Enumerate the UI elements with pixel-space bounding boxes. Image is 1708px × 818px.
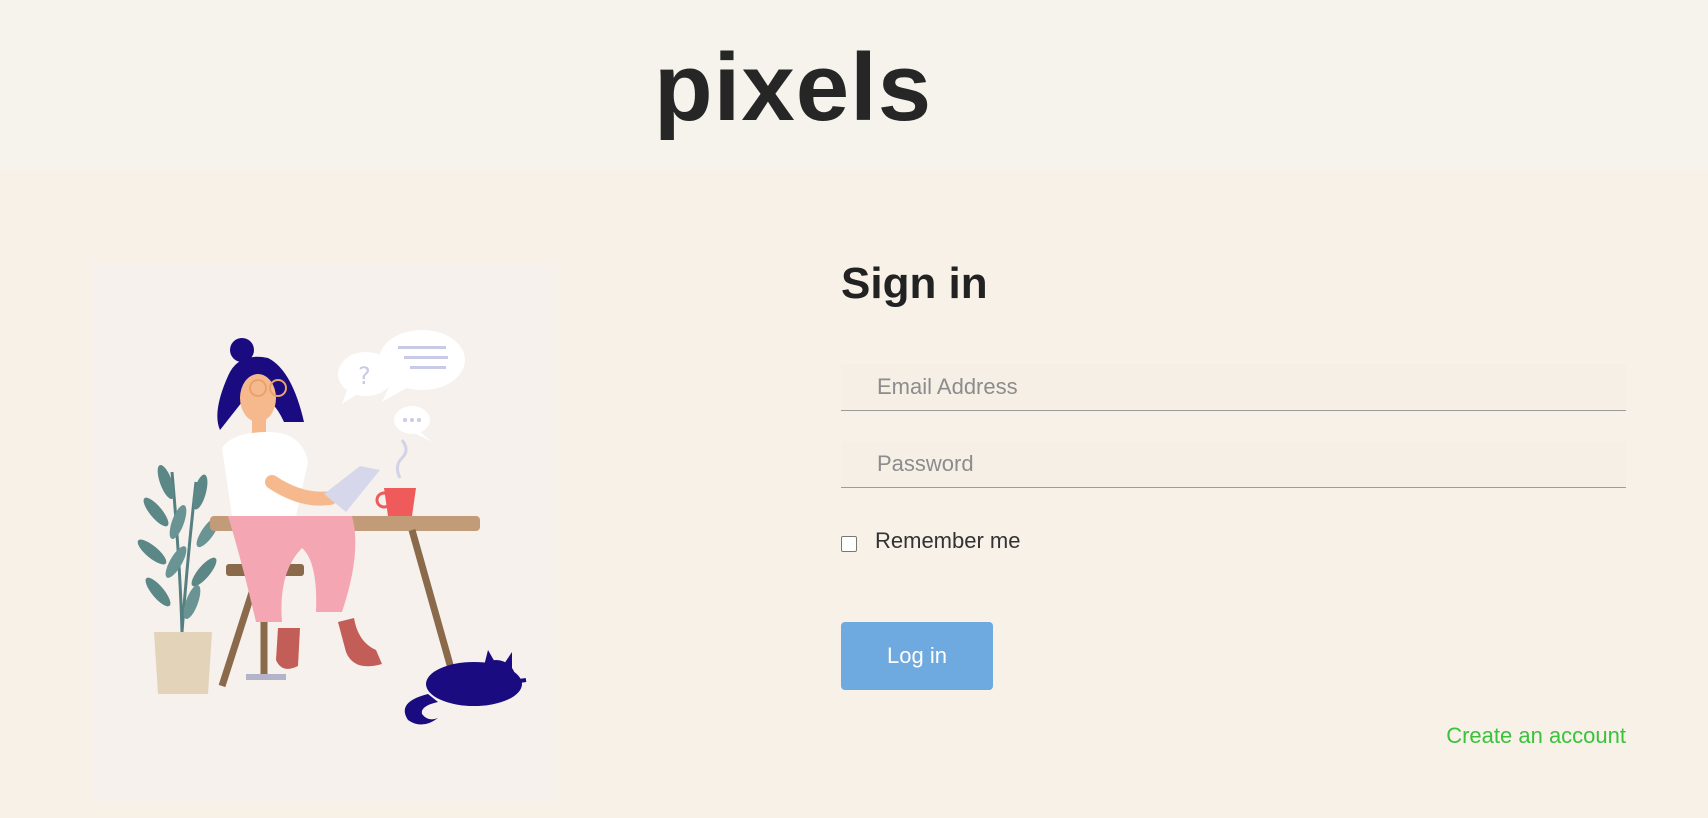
remember-me-label[interactable]: Remember me — [875, 528, 1020, 554]
email-field-container — [841, 364, 1626, 411]
speech-bubble-icon: ? — [338, 330, 465, 442]
coffee-cup-icon — [375, 439, 416, 516]
woman-working-at-desk-illustration: ? — [92, 262, 558, 802]
password-field-container — [841, 441, 1626, 488]
email-field[interactable] — [841, 364, 1626, 410]
remember-me-row: Remember me — [841, 528, 1020, 554]
login-button[interactable]: Log in — [841, 622, 993, 690]
plant-icon — [137, 464, 220, 694]
password-field[interactable] — [841, 441, 1626, 487]
svg-text:?: ? — [358, 362, 371, 390]
signin-title: Sign in — [841, 259, 988, 308]
brand-logo: pixels — [654, 34, 933, 141]
header: pixels — [0, 0, 1708, 170]
remember-me-checkbox[interactable] — [841, 536, 857, 552]
cat-icon — [404, 650, 527, 725]
create-account-link[interactable]: Create an account — [1446, 723, 1626, 749]
